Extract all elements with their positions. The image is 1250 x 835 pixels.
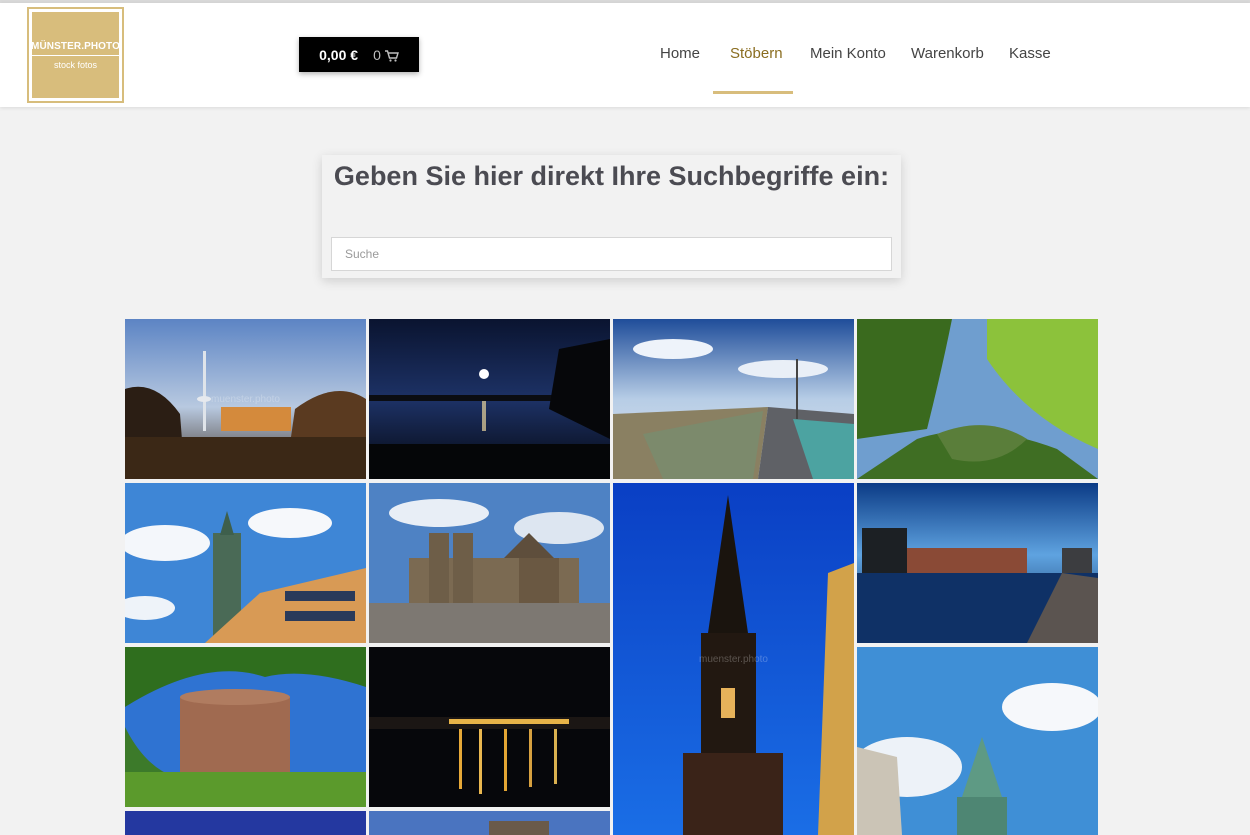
photo-gallery: muenster.photo muenster.photo: [125, 319, 1099, 835]
photo-round-brick-tower[interactable]: [125, 647, 366, 807]
photo-lamberti-church-tower[interactable]: muenster.photo: [613, 483, 854, 835]
photo-lake-moon-night[interactable]: [369, 319, 610, 479]
photo-bottom-left[interactable]: [125, 811, 366, 835]
photo-bottom-middle[interactable]: [369, 811, 610, 835]
photo-harbour-reflection[interactable]: [857, 483, 1098, 643]
photo-green-canal[interactable]: [857, 319, 1098, 479]
nav-active-underline: [713, 91, 793, 94]
nav-item-mein-konto[interactable]: Mein Konto: [810, 45, 886, 62]
search-input[interactable]: [331, 237, 892, 271]
search-panel: Geben Sie hier direkt Ihre Suchbegriffe …: [322, 155, 901, 278]
photo-copper-tower-sky[interactable]: [857, 647, 1098, 835]
site-header: MÜNSTER.PHOTO stock fotos 0,00 € 0 Home …: [0, 3, 1250, 107]
nav-item-warenkorb[interactable]: Warenkorb: [911, 45, 984, 62]
photo-fernmeldeturm-dusk[interactable]: muenster.photo: [125, 319, 366, 479]
photo-night-lake-lights[interactable]: [369, 647, 610, 807]
photo-canal-lock[interactable]: [613, 319, 854, 479]
main-navigation: Home Stöbern Mein Konto Warenkorb Kasse: [0, 3, 1250, 107]
search-heading: Geben Sie hier direkt Ihre Suchbegriffe …: [333, 161, 890, 191]
nav-item-stoebern[interactable]: Stöbern: [730, 45, 783, 62]
nav-item-home[interactable]: Home: [660, 45, 700, 62]
photo-st-paulus-dom[interactable]: [369, 483, 610, 643]
photo-tower-facade[interactable]: [125, 483, 366, 643]
nav-item-kasse[interactable]: Kasse: [1009, 45, 1051, 62]
